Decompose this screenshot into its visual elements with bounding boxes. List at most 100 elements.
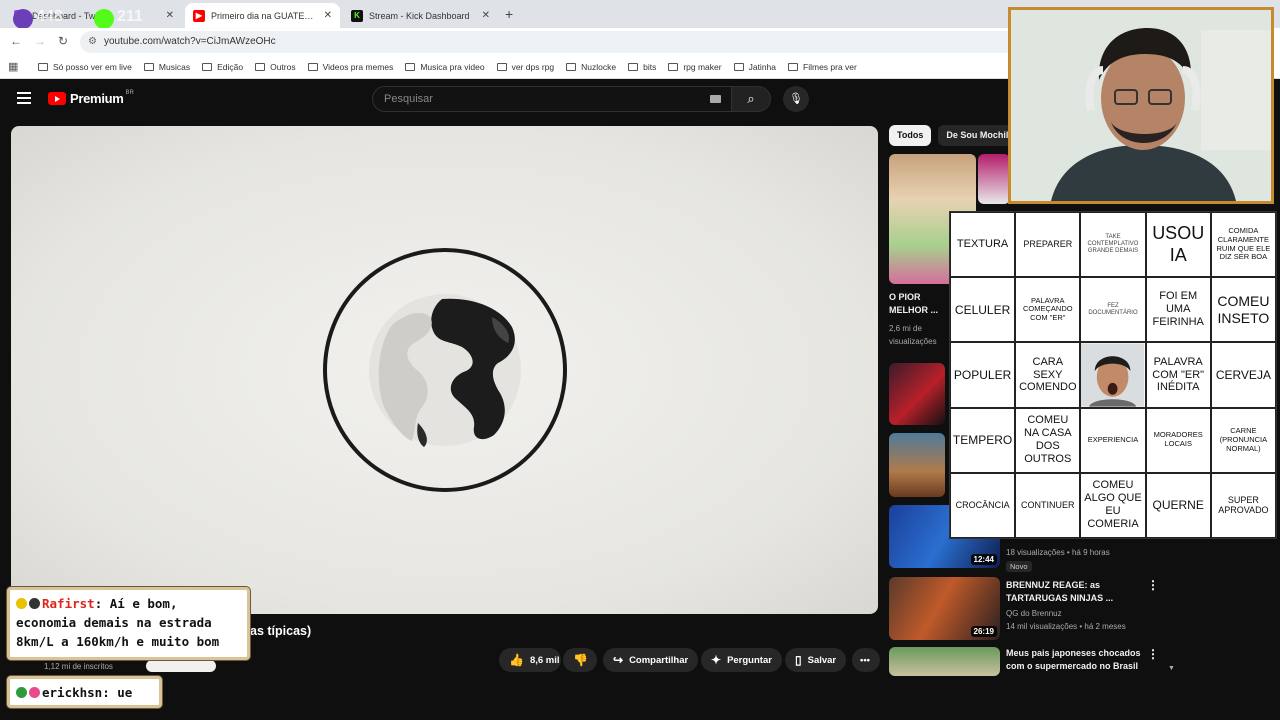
- bingo-cell: MORADORES LOCAIS: [1145, 407, 1211, 473]
- tab-youtube-video[interactable]: ▶ Primeiro dia na GUATEMALA!! (comidas t…: [185, 3, 340, 28]
- search-input[interactable]: Pesquisar: [372, 86, 732, 112]
- close-icon[interactable]: ✕: [324, 10, 332, 21]
- bingo-cell: COMEU NA CASA DOS OUTROS: [1015, 407, 1081, 473]
- like-button[interactable]: 👍 8,6 mil: [499, 648, 561, 672]
- bookmark-label: Filmes pra ver: [803, 61, 857, 72]
- region-code: BR: [125, 89, 134, 96]
- bookmark-label: Videos pra memes: [322, 61, 394, 72]
- folder-icon: [202, 62, 213, 71]
- bookmark-label: bits: [643, 61, 657, 72]
- kick-icon: K: [351, 9, 363, 22]
- bookmark-folder[interactable]: Nuzlocke: [566, 62, 616, 72]
- folder-icon: [307, 62, 318, 71]
- scroll-down-icon[interactable]: ▼: [1168, 665, 1175, 672]
- chat-emote-icon: [29, 598, 40, 609]
- recommendation-thumbnail[interactable]: [978, 154, 1010, 204]
- recommendation-title[interactable]: O PIOR MELHOR ...: [889, 291, 949, 317]
- bingo-cell: COMEU ALGO QUE EU COMERIA: [1080, 472, 1146, 538]
- chip-todos[interactable]: Todos: [889, 125, 932, 146]
- bookmark-label: ver dps rpg: [511, 61, 555, 72]
- share-label: Compartilhar: [629, 654, 689, 666]
- search-button[interactable]: ⌕: [731, 86, 771, 112]
- bookmark-folder[interactable]: Filmes pra ver: [788, 62, 857, 72]
- chat-username: erickhsn: [42, 685, 103, 700]
- viewer-counter-right: 211: [117, 8, 143, 25]
- bookmark-folder[interactable]: Videos pra memes: [307, 61, 394, 72]
- keyboard-icon[interactable]: [710, 95, 721, 103]
- recommendation-thumbnail[interactable]: [889, 433, 945, 497]
- reload-icon[interactable]: ↻: [58, 34, 68, 48]
- folder-icon: [255, 62, 266, 71]
- bookmark-folder[interactable]: rpg maker: [668, 62, 722, 72]
- tab-label: Stream - Kick Dashboard: [369, 10, 470, 21]
- bookmark-folder[interactable]: Musica pra video: [405, 61, 485, 72]
- bookmark-folder[interactable]: ver dps rpg: [496, 61, 555, 72]
- bookmark-label: Musicas: [158, 61, 191, 72]
- new-badge: Novo: [1006, 561, 1032, 572]
- bookmark-folder[interactable]: Edição: [202, 62, 243, 72]
- bookmark-label: Outros: [270, 61, 296, 72]
- url-text: youtube.com/watch?v=CiJmAWzeOHc: [104, 36, 276, 47]
- tab-kick-dashboard[interactable]: K Stream - Kick Dashboard ✕: [343, 3, 498, 28]
- more-icon: •••: [860, 654, 870, 666]
- bookmark-folder[interactable]: Jatinha: [733, 62, 776, 72]
- ask-button[interactable]: ✦ Perguntar: [701, 648, 782, 672]
- folder-icon: [668, 62, 679, 71]
- bookmark-folder[interactable]: Só posso ver em live: [38, 62, 132, 72]
- voice-search-button[interactable]: 🎙: [783, 86, 809, 112]
- bookmark-folder[interactable]: Musicas: [143, 61, 191, 72]
- chat-username: Rafirst: [42, 596, 95, 611]
- bingo-cell: TEXTURA: [950, 212, 1016, 278]
- close-icon[interactable]: ✕: [166, 10, 174, 21]
- recommendation-title[interactable]: BRENNUZ REAGE: as TARTARUGAS NINJAS ...: [1006, 579, 1136, 605]
- viewer-dot-green: [94, 9, 114, 29]
- bingo-cell: COMIDA CLARAMENTE RUIM QUE ELE DIZ SER B…: [1210, 212, 1276, 278]
- bingo-cell: CARA SEXY COMENDO: [1015, 342, 1081, 408]
- apps-grid-icon[interactable]: ▦: [8, 60, 20, 73]
- bookmark-label: Edição: [217, 61, 244, 72]
- bookmark-label: Só posso ver em live: [53, 61, 132, 72]
- bingo-cell: QUERNE: [1145, 472, 1211, 538]
- more-actions-button[interactable]: •••: [852, 648, 880, 672]
- video-player[interactable]: [11, 126, 878, 614]
- more-options-icon[interactable]: ⋮: [1147, 578, 1159, 592]
- youtube-premium-logo[interactable]: Premium BR: [48, 89, 134, 106]
- video-duration: 26:19: [970, 626, 997, 637]
- new-tab-button[interactable]: +: [505, 6, 513, 22]
- recommendation-views-label: visualizações: [889, 337, 937, 346]
- back-icon[interactable]: ←: [10, 34, 22, 48]
- viewer-dot-purple: [13, 9, 33, 29]
- recommendation-thumbnail[interactable]: [889, 647, 1000, 676]
- bookmark-label: Musica pra video: [420, 61, 485, 72]
- recommendation-thumbnail[interactable]: 26:19: [889, 577, 1000, 640]
- bingo-cell: TAKE CONTEMPLATIVO GRANDE DEMAIS: [1080, 212, 1146, 278]
- save-button[interactable]: ▯ Salvar: [785, 648, 847, 672]
- chat-emote-icon: [29, 687, 40, 698]
- bookmark-folder[interactable]: bits: [628, 62, 656, 72]
- youtube-play-icon: [48, 92, 66, 105]
- bingo-cell: PREPARER: [1015, 212, 1081, 278]
- dislike-button[interactable]: 👎: [563, 648, 597, 672]
- folder-icon: [788, 62, 799, 71]
- folder-icon: [405, 62, 416, 71]
- bingo-cell: TEMPERO: [950, 407, 1016, 473]
- recommendation-channel[interactable]: QG do Brennuz: [1006, 608, 1062, 619]
- bingo-cell: SUPER APROVADO: [1210, 472, 1276, 538]
- hamburger-menu-icon[interactable]: [17, 92, 31, 107]
- thumbs-down-icon: 👎: [573, 653, 588, 667]
- bookmark-folder[interactable]: Outros: [255, 62, 296, 72]
- recommendation-thumbnail[interactable]: [889, 363, 945, 425]
- chat-badge-icon: [16, 687, 27, 698]
- share-button[interactable]: ↪ Compartilhar: [603, 648, 699, 672]
- like-count: 8,6 mil: [529, 654, 560, 666]
- site-info-icon[interactable]: ⚙: [88, 31, 97, 53]
- close-icon[interactable]: ✕: [482, 10, 490, 21]
- recommendation-title[interactable]: Meus pais japoneses chocados com o super…: [1006, 647, 1146, 673]
- tab-label: Primeiro dia na GUATEMALA!! (comidas típ…: [211, 10, 318, 21]
- forward-icon[interactable]: →: [34, 34, 46, 48]
- more-options-icon[interactable]: ⋮: [1147, 647, 1159, 661]
- subscribe-button[interactable]: [146, 660, 216, 672]
- recommendation-views: 2,6 mi de: [889, 324, 922, 333]
- bingo-cell: PALAVRA COMEÇANDO COM "ER": [1015, 277, 1081, 343]
- url-field[interactable]: ⚙ youtube.com/watch?v=CiJmAWzeOHc: [80, 31, 1020, 53]
